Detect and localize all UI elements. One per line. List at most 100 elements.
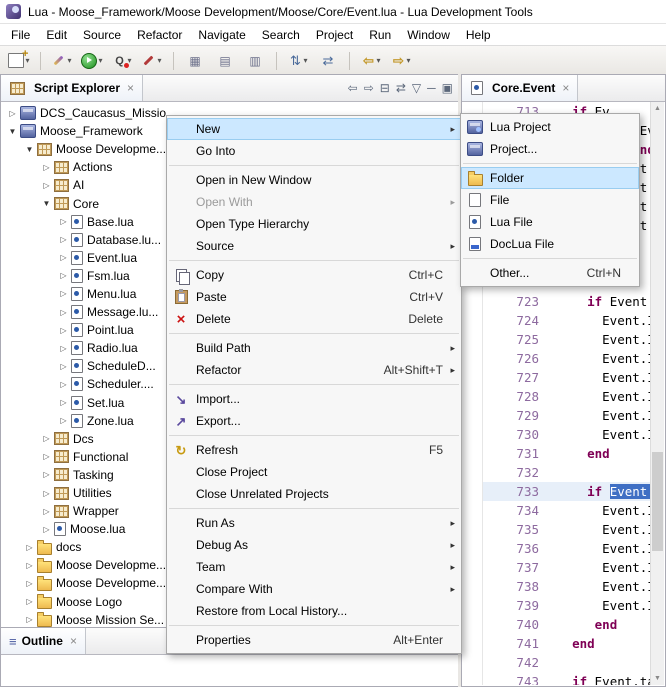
menubar-item-refactor[interactable]: Refactor bbox=[129, 26, 190, 44]
expand-icon[interactable]: ▷ bbox=[23, 561, 36, 570]
expand-icon[interactable]: ▷ bbox=[57, 326, 70, 335]
menu-item-copy[interactable]: CopyCtrl+C bbox=[167, 264, 461, 286]
console-view-button[interactable]: ▦ bbox=[181, 50, 209, 72]
tab-core-event[interactable]: Core.Event × bbox=[462, 75, 578, 101]
tab-script-explorer[interactable]: Script Explorer × bbox=[1, 75, 143, 101]
menubar-item-run[interactable]: Run bbox=[361, 26, 399, 44]
forward-button[interactable]: ⇨▾ bbox=[387, 50, 415, 72]
collapse-icon[interactable]: ▼ bbox=[40, 199, 53, 208]
coverage-button[interactable]: Q▾ bbox=[108, 50, 136, 72]
editor-line-739[interactable]: 739 Event.I bbox=[463, 596, 651, 615]
external-tools-button[interactable]: ▾ bbox=[48, 50, 76, 72]
expand-icon[interactable]: ▷ bbox=[57, 253, 70, 262]
tasks-view-button[interactable]: ▤ bbox=[211, 50, 239, 72]
expand-icon[interactable]: ▷ bbox=[23, 615, 36, 624]
menu-item-export[interactable]: ↗Export... bbox=[167, 410, 461, 432]
expand-icon[interactable]: ▷ bbox=[40, 489, 53, 498]
editor-line-742[interactable]: 742 bbox=[463, 653, 651, 672]
editor-line-723[interactable]: 723 if Event. bbox=[463, 292, 651, 311]
editor-line-736[interactable]: 736 Event.I bbox=[463, 539, 651, 558]
expand-icon[interactable]: ▷ bbox=[6, 109, 19, 118]
annotations-button[interactable]: ⇅▾ bbox=[284, 50, 312, 72]
menubar-item-edit[interactable]: Edit bbox=[38, 26, 75, 44]
run-button[interactable]: ▾ bbox=[78, 50, 106, 72]
menu-item-import[interactable]: ↘Import... bbox=[167, 388, 461, 410]
expand-icon[interactable]: ▷ bbox=[40, 181, 53, 190]
expand-icon[interactable]: ▷ bbox=[57, 398, 70, 407]
maximize-button[interactable]: ▣ bbox=[442, 82, 453, 94]
expand-icon[interactable]: ▷ bbox=[57, 217, 70, 226]
menu-item-close-unrelated-projects[interactable]: Close Unrelated Projects bbox=[167, 483, 461, 505]
problems-view-button[interactable]: ▥ bbox=[241, 50, 269, 72]
editor-line-729[interactable]: 729 Event.I bbox=[463, 406, 651, 425]
expand-icon[interactable]: ▷ bbox=[57, 380, 70, 389]
scroll-up-icon[interactable]: ▲ bbox=[651, 102, 664, 115]
expand-icon[interactable]: ▷ bbox=[57, 416, 70, 425]
expand-icon[interactable]: ▷ bbox=[40, 470, 53, 479]
menubar-item-navigate[interactable]: Navigate bbox=[190, 26, 253, 44]
scrollbar-thumb[interactable] bbox=[652, 452, 663, 551]
expand-icon[interactable]: ▷ bbox=[23, 543, 36, 552]
editor-line-725[interactable]: 725 Event.I bbox=[463, 330, 651, 349]
link-with-editor-button[interactable]: ⇄ bbox=[396, 82, 406, 94]
expand-icon[interactable]: ▷ bbox=[57, 235, 70, 244]
menu-item-run-as[interactable]: Run As▸ bbox=[167, 512, 461, 534]
menu-item-paste[interactable]: PasteCtrl+V bbox=[167, 286, 461, 308]
menu-item-debug-as[interactable]: Debug As▸ bbox=[167, 534, 461, 556]
editor-line-738[interactable]: 738 Event.I bbox=[463, 577, 651, 596]
close-icon[interactable]: × bbox=[127, 81, 134, 95]
submenu-item-folder[interactable]: Folder bbox=[461, 167, 639, 189]
menu-item-close-project[interactable]: Close Project bbox=[167, 461, 461, 483]
expand-icon[interactable]: ▷ bbox=[40, 525, 53, 534]
expand-icon[interactable]: ▷ bbox=[23, 597, 36, 606]
expand-icon[interactable]: ▷ bbox=[57, 362, 70, 371]
editor-line-724[interactable]: 724 Event.I bbox=[463, 311, 651, 330]
expand-icon[interactable]: ▷ bbox=[57, 344, 70, 353]
collapse-icon[interactable]: ▼ bbox=[23, 145, 36, 154]
submenu-item-other[interactable]: Other...Ctrl+N bbox=[461, 262, 639, 284]
submenu-item-doclua-file[interactable]: DocLua File bbox=[461, 233, 639, 255]
menu-item-go-into[interactable]: Go Into bbox=[167, 140, 461, 162]
editor-line-735[interactable]: 735 Event.I bbox=[463, 520, 651, 539]
editor-line-733[interactable]: 733 if Event. bbox=[463, 482, 651, 501]
expand-icon[interactable]: ▷ bbox=[40, 434, 53, 443]
menu-item-build-path[interactable]: Build Path▸ bbox=[167, 337, 461, 359]
expand-icon[interactable]: ▷ bbox=[57, 271, 70, 280]
menubar-item-file[interactable]: File bbox=[3, 26, 38, 44]
menubar-item-help[interactable]: Help bbox=[458, 26, 499, 44]
expand-icon[interactable]: ▷ bbox=[40, 163, 53, 172]
menu-item-source[interactable]: Source▸ bbox=[167, 235, 461, 257]
link-with-editor-button[interactable]: ⇄ bbox=[314, 50, 342, 72]
editor-line-727[interactable]: 727 Event.I bbox=[463, 368, 651, 387]
back-button[interactable]: ⇦▾ bbox=[357, 50, 385, 72]
tab-outline[interactable]: ≡ Outline × bbox=[1, 628, 86, 654]
minimize-button[interactable]: ─ bbox=[427, 82, 436, 94]
editor-line-741[interactable]: 741 end bbox=[463, 634, 651, 653]
collapse-icon[interactable]: ▼ bbox=[6, 127, 19, 136]
editor-line-728[interactable]: 728 Event.I bbox=[463, 387, 651, 406]
menu-item-compare-with[interactable]: Compare With▸ bbox=[167, 578, 461, 600]
menu-item-refactor[interactable]: RefactorAlt+Shift+T▸ bbox=[167, 359, 461, 381]
menubar-item-search[interactable]: Search bbox=[254, 26, 308, 44]
editor-line-740[interactable]: 740 end bbox=[463, 615, 651, 634]
expand-icon[interactable]: ▷ bbox=[40, 507, 53, 516]
editor-line-730[interactable]: 730 Event.I bbox=[463, 425, 651, 444]
menu-item-restore-from-local-history[interactable]: Restore from Local History... bbox=[167, 600, 461, 622]
editor-line-743[interactable]: 743 if Event.ta bbox=[463, 672, 651, 685]
collapse-all-button[interactable]: ⊟ bbox=[380, 82, 390, 94]
expand-icon[interactable]: ▷ bbox=[40, 452, 53, 461]
editor-line-734[interactable]: 734 Event.I bbox=[463, 501, 651, 520]
editor-line-732[interactable]: 732 bbox=[463, 463, 651, 482]
menu-item-delete[interactable]: ×DeleteDelete bbox=[167, 308, 461, 330]
profile-button[interactable]: ▾ bbox=[138, 50, 166, 72]
menubar-item-window[interactable]: Window bbox=[399, 26, 458, 44]
submenu-item-lua-project[interactable]: Lua Project bbox=[461, 116, 639, 138]
editor-line-737[interactable]: 737 Event.I bbox=[463, 558, 651, 577]
view-menu-button[interactable]: ▽ bbox=[412, 82, 421, 94]
expand-icon[interactable]: ▷ bbox=[57, 289, 70, 298]
submenu-item-file[interactable]: File bbox=[461, 189, 639, 211]
menu-item-open-in-new-window[interactable]: Open in New Window bbox=[167, 169, 461, 191]
menu-item-open-type-hierarchy[interactable]: Open Type Hierarchy bbox=[167, 213, 461, 235]
close-icon[interactable]: × bbox=[562, 81, 569, 95]
submenu-item-lua-file[interactable]: Lua File bbox=[461, 211, 639, 233]
